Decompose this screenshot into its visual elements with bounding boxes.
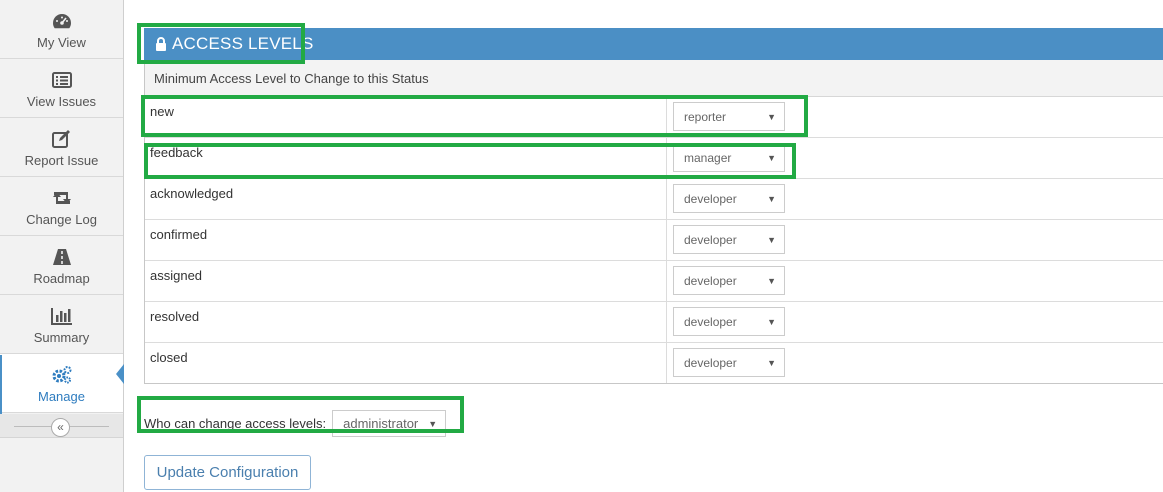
dropdown-arrow-icon: ▼: [767, 152, 776, 163]
dropdown-arrow-icon: ▼: [767, 234, 776, 245]
who-can-change-select[interactable]: administrator ▼: [332, 410, 447, 437]
select-value: developer: [684, 191, 737, 206]
select-value: reporter: [684, 109, 727, 124]
access-level-select-confirmed[interactable]: developer ▼: [673, 225, 785, 254]
sidebar-item-change-log[interactable]: Change Log: [0, 177, 123, 236]
table-row: closed developer ▼: [145, 343, 1163, 384]
status-name: confirmed: [145, 220, 667, 260]
access-level-select-assigned[interactable]: developer ▼: [673, 266, 785, 295]
road-icon: [51, 247, 73, 267]
status-name: feedback: [145, 138, 667, 178]
table-row: confirmed developer ▼: [145, 220, 1163, 261]
gears-icon: [51, 365, 73, 385]
sidebar-item-label: Roadmap: [33, 271, 90, 286]
status-name: new: [145, 97, 667, 137]
access-level-select-closed[interactable]: developer ▼: [673, 348, 785, 377]
bar-chart-icon: [50, 306, 73, 326]
table-row: acknowledged developer ▼: [145, 179, 1163, 220]
sidebar-item-label: Manage: [38, 389, 85, 404]
list-icon: [51, 70, 73, 90]
lock-icon: [155, 37, 167, 51]
sidebar-item-report-issue[interactable]: Report Issue: [0, 118, 123, 177]
select-value: developer: [684, 232, 737, 247]
access-level-select-resolved[interactable]: developer ▼: [673, 307, 785, 336]
status-name: acknowledged: [145, 179, 667, 219]
select-value: developer: [684, 355, 737, 370]
sidebar-item-view-issues[interactable]: View Issues: [0, 59, 123, 118]
access-level-select-feedback[interactable]: manager ▼: [673, 143, 785, 172]
sidebar-item-roadmap[interactable]: Roadmap: [0, 236, 123, 295]
sidebar-item-manage[interactable]: Manage: [0, 354, 123, 413]
select-value: developer: [684, 314, 737, 329]
sidebar-item-my-view[interactable]: My View: [0, 0, 123, 59]
active-indicator: [0, 355, 2, 414]
dropdown-arrow-icon: ▼: [767, 275, 776, 286]
sidebar-item-label: Summary: [33, 330, 90, 345]
edit-icon: [51, 129, 73, 149]
active-pointer: [116, 364, 124, 384]
table-row: resolved developer ▼: [145, 302, 1163, 343]
sidebar: My View View Issues Report Issue Change …: [0, 0, 124, 492]
access-level-select-acknowledged[interactable]: developer ▼: [673, 184, 785, 213]
dropdown-arrow-icon: ▼: [767, 316, 776, 327]
status-name: closed: [145, 343, 667, 383]
tachometer-icon: [51, 11, 73, 31]
update-configuration-button[interactable]: Update Configuration: [144, 455, 311, 490]
sidebar-item-label: My View: [37, 35, 86, 50]
dropdown-arrow-icon: ▼: [428, 418, 438, 429]
section-header: ACCESS LEVELS: [144, 28, 1163, 60]
retweet-icon: [51, 188, 73, 208]
section-title: ACCESS LEVELS: [172, 34, 314, 53]
access-level-select-new[interactable]: reporter ▼: [673, 102, 785, 131]
table-row: feedback manager ▼: [145, 138, 1163, 179]
select-value: developer: [684, 273, 737, 288]
sidebar-item-label: View Issues: [26, 94, 97, 109]
sidebar-item-label: Change Log: [26, 212, 97, 227]
dropdown-arrow-icon: ▼: [767, 193, 776, 204]
who-can-change-label: Who can change access levels:: [144, 416, 327, 431]
status-name: resolved: [145, 302, 667, 342]
access-levels-table: Minimum Access Level to Change to this S…: [144, 60, 1163, 384]
select-value: administrator: [343, 416, 419, 431]
dropdown-arrow-icon: ▼: [767, 111, 776, 122]
select-value: manager: [684, 150, 732, 165]
sidebar-collapse-row: «: [0, 414, 123, 438]
table-subheader: Minimum Access Level to Change to this S…: [145, 60, 1163, 97]
table-row: new reporter ▼: [145, 97, 1163, 138]
collapse-sidebar-button[interactable]: «: [51, 418, 70, 437]
sidebar-item-summary[interactable]: Summary: [0, 295, 123, 354]
dropdown-arrow-icon: ▼: [767, 357, 776, 368]
sidebar-item-label: Report Issue: [24, 153, 99, 168]
status-name: assigned: [145, 261, 667, 301]
table-row: assigned developer ▼: [145, 261, 1163, 302]
who-can-change-row: Who can change access levels: administra…: [144, 410, 447, 437]
access-levels-panel: ACCESS LEVELS Minimum Access Level to Ch…: [144, 28, 1163, 384]
